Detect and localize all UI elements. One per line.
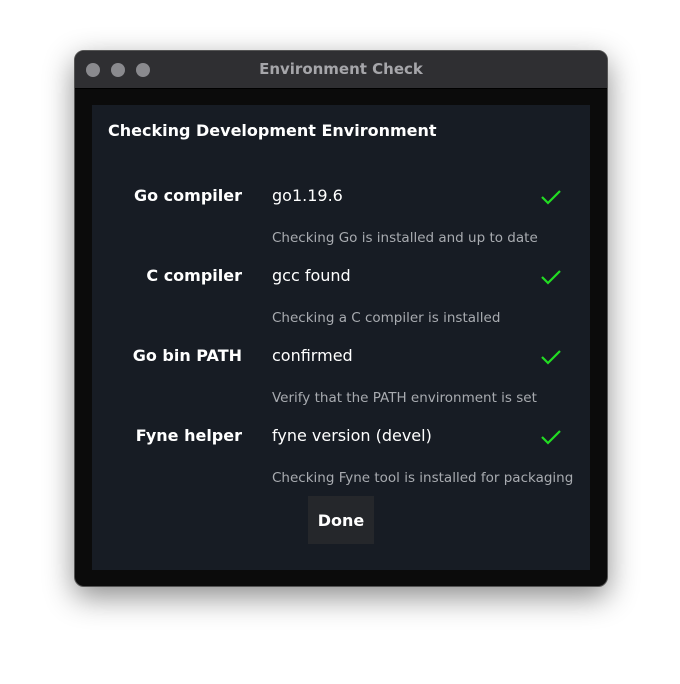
check-description: Checking a C compiler is installed — [272, 310, 501, 326]
check-label: Go bin PATH — [132, 346, 242, 365]
checkmark-icon — [541, 350, 561, 365]
environment-check-window: Environment Check Checking Development E… — [74, 50, 608, 587]
check-description: Checking Fyne tool is installed for pack… — [272, 470, 574, 486]
check-value: go1.19.6 — [272, 186, 343, 205]
check-value: gcc found — [272, 266, 351, 285]
check-value: fyne version (devel) — [272, 426, 432, 445]
check-label: Go compiler — [133, 186, 242, 205]
content-panel: Checking Development Environment Go comp… — [92, 105, 590, 570]
check-row: Fyne helper fyne version (devel) Checkin… — [92, 426, 590, 506]
check-row: C compiler gcc found Checking a C compil… — [92, 266, 590, 346]
done-button[interactable]: Done — [308, 496, 374, 544]
check-row: Go compiler go1.19.6 Checking Go is inst… — [92, 186, 590, 266]
check-row: Go bin PATH confirmed Verify that the PA… — [92, 346, 590, 426]
window-title: Environment Check — [259, 60, 423, 78]
checkmark-icon — [541, 270, 561, 285]
checkmark-icon — [541, 190, 561, 205]
check-value: confirmed — [272, 346, 353, 365]
checkmark-icon — [541, 430, 561, 445]
page-heading: Checking Development Environment — [108, 121, 437, 140]
check-label: Fyne helper — [135, 426, 242, 445]
check-description: Checking Go is installed and up to date — [272, 230, 538, 246]
check-description: Verify that the PATH environment is set — [272, 390, 537, 406]
title-bar[interactable]: Environment Check — [75, 51, 607, 89]
check-label: C compiler — [146, 266, 242, 285]
